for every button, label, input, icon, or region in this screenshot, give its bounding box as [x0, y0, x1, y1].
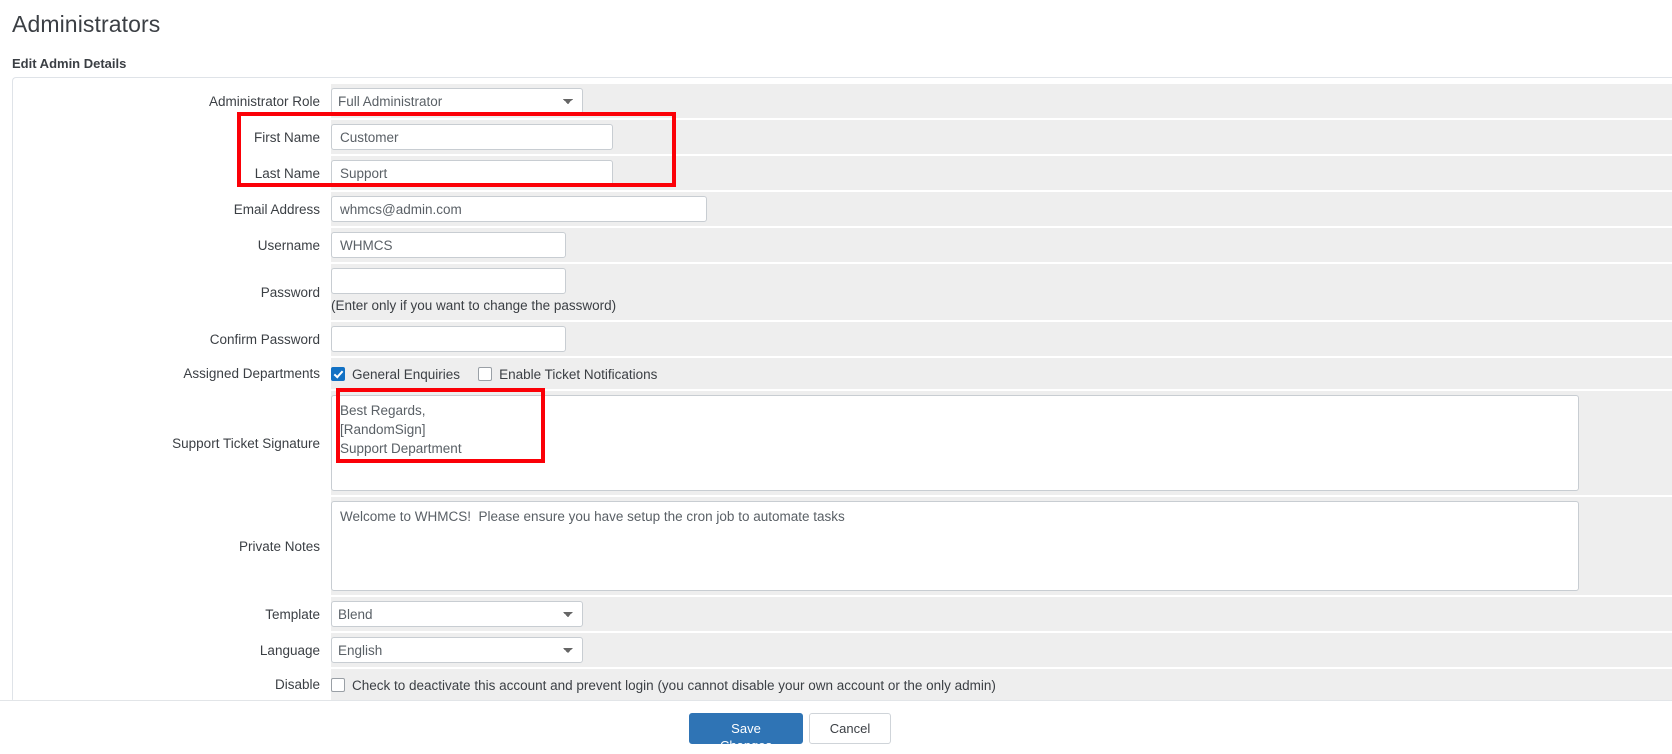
field-username	[331, 228, 1672, 262]
field-support-ticket-signature: Best Regards, [RandomSign] Support Depar…	[331, 391, 1672, 495]
administrator-role-select[interactable]: Full Administrator	[331, 88, 583, 114]
cancel-button[interactable]: Cancel	[809, 713, 891, 744]
form-row-last-name: Last Name	[13, 156, 1672, 190]
label-template: Template	[13, 597, 331, 631]
field-private-notes: Welcome to WHMCS! Please ensure you have…	[331, 497, 1672, 595]
support-ticket-signature-textarea[interactable]: Best Regards, [RandomSign] Support Depar…	[331, 395, 1579, 491]
footer-button-group: Save Changes Cancel	[689, 713, 891, 753]
language-select[interactable]: English	[331, 637, 583, 663]
form-row-confirm-password: Confirm Password	[13, 322, 1672, 356]
template-select[interactable]: Blend	[331, 601, 583, 627]
form-row-email-address: Email Address	[13, 192, 1672, 226]
form-row-password: Password (Enter only if you want to chan…	[13, 264, 1672, 320]
administrators-page: Administrators Edit Admin Details Admini…	[0, 0, 1672, 753]
field-language: English	[331, 633, 1672, 667]
general-enquiries-checkbox[interactable]	[331, 367, 345, 381]
label-username: Username	[13, 228, 331, 262]
email-address-input[interactable]	[331, 196, 707, 222]
label-last-name: Last Name	[13, 156, 331, 190]
assigned-departments-checkbox-group: General Enquiries Enable Ticket Notifica…	[331, 362, 1672, 385]
edit-admin-form: Administrator Role Full Administrator Fi…	[12, 77, 1672, 703]
label-email-address: Email Address	[13, 192, 331, 226]
field-administrator-role: Full Administrator	[331, 84, 1672, 118]
field-disable: Check to deactivate this account and pre…	[331, 669, 1672, 700]
label-private-notes: Private Notes	[13, 497, 331, 595]
disable-checkbox-group: Check to deactivate this account and pre…	[331, 673, 1672, 696]
page-title: Administrators	[12, 11, 161, 37]
password-help-text: (Enter only if you want to change the pa…	[331, 298, 617, 313]
form-row-administrator-role: Administrator Role Full Administrator	[13, 84, 1672, 118]
field-confirm-password	[331, 322, 1672, 356]
form-row-support-ticket-signature: Support Ticket Signature Best Regards, […	[13, 391, 1672, 495]
section-title: Edit Admin Details	[12, 56, 127, 71]
label-password: Password	[13, 264, 331, 320]
first-name-input[interactable]	[331, 124, 613, 150]
field-first-name	[331, 120, 1672, 154]
field-password: (Enter only if you want to change the pa…	[331, 264, 1672, 320]
form-row-username: Username	[13, 228, 1672, 262]
label-support-ticket-signature: Support Ticket Signature	[13, 391, 331, 495]
form-row-first-name: First Name	[13, 120, 1672, 154]
confirm-password-input[interactable]	[331, 326, 566, 352]
form-row-template: Template Blend	[13, 597, 1672, 631]
last-name-input[interactable]	[331, 160, 613, 186]
label-administrator-role: Administrator Role	[13, 84, 331, 118]
form-row-disable: Disable Check to deactivate this account…	[13, 669, 1672, 700]
label-assigned-departments: Assigned Departments	[13, 358, 331, 389]
form-footer: Save Changes Cancel	[0, 700, 1672, 753]
field-last-name	[331, 156, 1672, 190]
field-template: Blend	[331, 597, 1672, 631]
password-input[interactable]	[331, 268, 566, 294]
field-email-address	[331, 192, 1672, 226]
enable-ticket-notifications-label: Enable Ticket Notifications	[499, 366, 658, 382]
disable-checkbox[interactable]	[331, 678, 345, 692]
private-notes-textarea[interactable]: Welcome to WHMCS! Please ensure you have…	[331, 501, 1579, 591]
username-input[interactable]	[331, 232, 566, 258]
label-disable: Disable	[13, 669, 331, 700]
form-row-assigned-departments: Assigned Departments General Enquiries E…	[13, 358, 1672, 389]
label-confirm-password: Confirm Password	[13, 322, 331, 356]
label-language: Language	[13, 633, 331, 667]
form-row-private-notes: Private Notes Welcome to WHMCS! Please e…	[13, 497, 1672, 595]
label-first-name: First Name	[13, 120, 331, 154]
enable-ticket-notifications-checkbox[interactable]	[478, 367, 493, 381]
save-changes-button[interactable]: Save Changes	[689, 713, 803, 753]
disable-checkbox-label: Check to deactivate this account and pre…	[352, 677, 996, 693]
field-assigned-departments: General Enquiries Enable Ticket Notifica…	[331, 358, 1672, 389]
form-row-language: Language English	[13, 633, 1672, 667]
general-enquiries-label: General Enquiries	[352, 366, 461, 382]
